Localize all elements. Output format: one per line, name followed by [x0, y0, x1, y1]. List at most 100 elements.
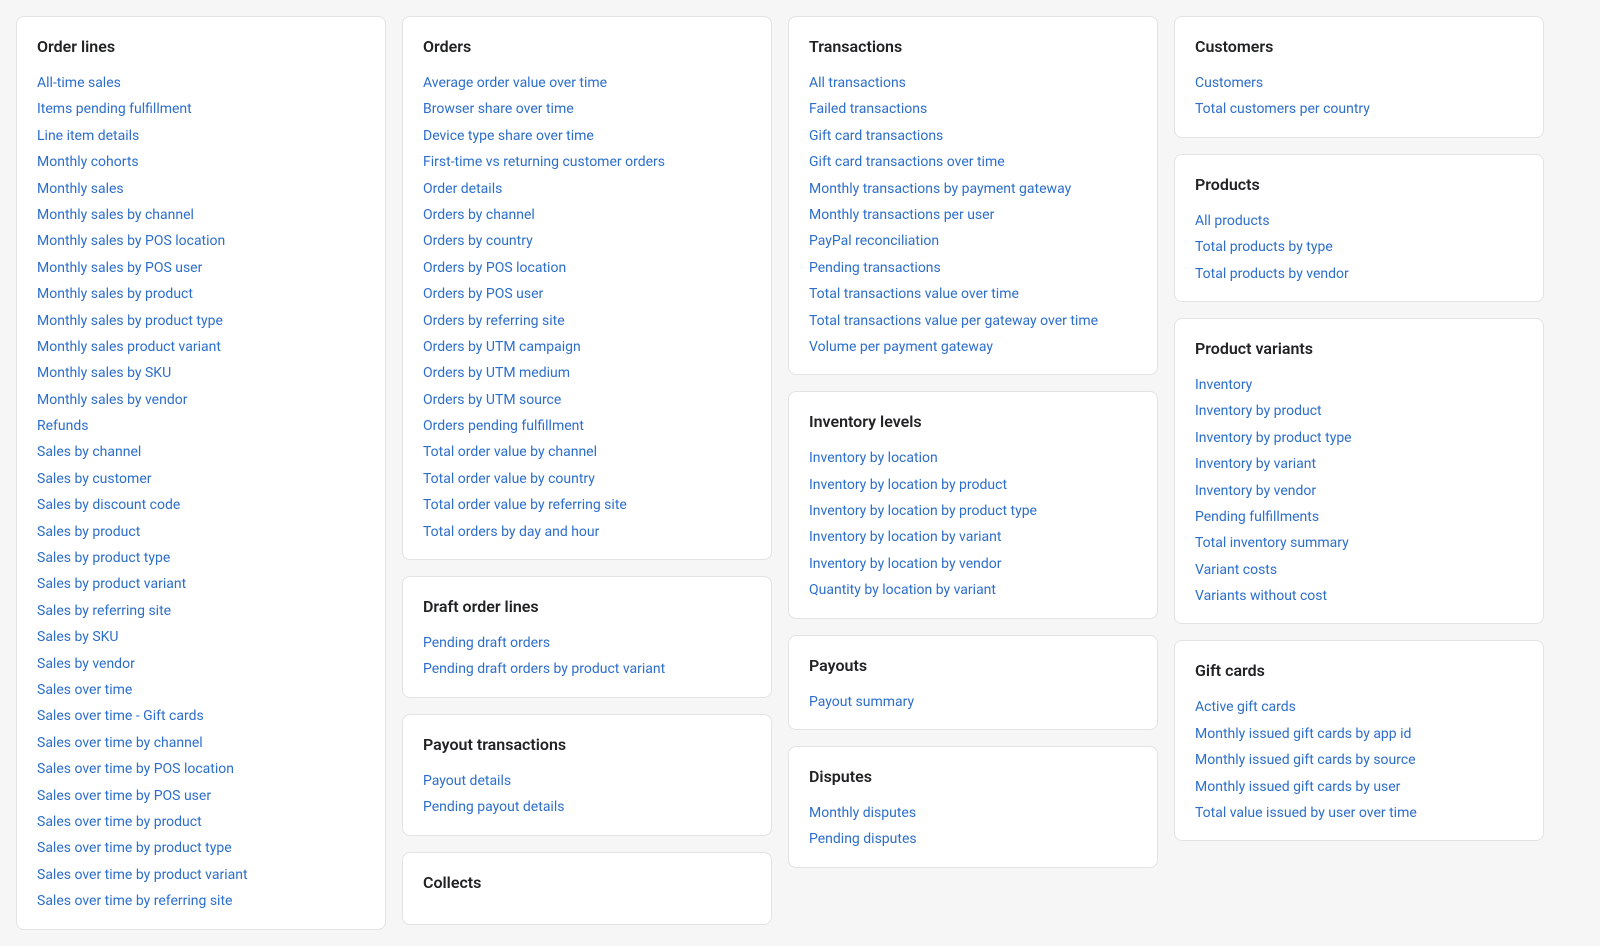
link-item[interactable]: Total value issued by user over time: [1195, 802, 1523, 824]
link-item[interactable]: Sales by referring site: [37, 600, 365, 622]
link-item[interactable]: Monthly transactions by payment gateway: [809, 178, 1137, 200]
link-item[interactable]: Customers: [1195, 72, 1523, 94]
link-item[interactable]: Orders by country: [423, 230, 751, 252]
link-item[interactable]: Monthly sales by SKU: [37, 362, 365, 384]
link-item[interactable]: Payout details: [423, 770, 751, 792]
link-item[interactable]: Total order value by country: [423, 468, 751, 490]
card-title-product-variants: Product variants: [1195, 339, 1523, 358]
link-item[interactable]: Sales by SKU: [37, 626, 365, 648]
column-col1: Order linesAll-time salesItems pending f…: [16, 16, 386, 930]
link-item[interactable]: Sales over time: [37, 679, 365, 701]
link-item[interactable]: Orders pending fulfillment: [423, 415, 751, 437]
link-item[interactable]: Orders by channel: [423, 204, 751, 226]
link-item[interactable]: Monthly sales by POS location: [37, 230, 365, 252]
link-item[interactable]: Payout summary: [809, 691, 1137, 713]
link-item[interactable]: Failed transactions: [809, 98, 1137, 120]
link-item[interactable]: Refunds: [37, 415, 365, 437]
link-item[interactable]: Pending transactions: [809, 257, 1137, 279]
link-item[interactable]: Monthly sales: [37, 178, 365, 200]
link-item[interactable]: Inventory by location by product type: [809, 500, 1137, 522]
link-item[interactable]: Sales over time by POS location: [37, 758, 365, 780]
link-item[interactable]: Pending draft orders: [423, 632, 751, 654]
link-item[interactable]: Total orders by day and hour: [423, 521, 751, 543]
link-item[interactable]: Monthly issued gift cards by app id: [1195, 723, 1523, 745]
link-item[interactable]: Pending disputes: [809, 828, 1137, 850]
column-col3: Transactions All transactions Failed trans…: [788, 16, 1158, 930]
link-item[interactable]: Pending draft orders by product variant: [423, 658, 751, 680]
link-item[interactable]: Inventory by product: [1195, 400, 1523, 422]
link-item[interactable]: Monthly sales product variant: [37, 336, 365, 358]
link-item[interactable]: Variants without cost: [1195, 585, 1523, 607]
link-item[interactable]: Inventory by variant: [1195, 453, 1523, 475]
link-item[interactable]: Sales by product: [37, 521, 365, 543]
link-item[interactable]: Monthly sales by product: [37, 283, 365, 305]
link-item[interactable]: Total transactions value over time: [809, 283, 1137, 305]
link-item[interactable]: Inventory by location: [809, 447, 1137, 469]
link-item[interactable]: PayPal reconciliation: [809, 230, 1137, 252]
link-item[interactable]: Total products by type: [1195, 236, 1523, 258]
link-item[interactable]: Monthly issued gift cards by user: [1195, 776, 1523, 798]
link-item[interactable]: Total transactions value per gateway ove…: [809, 310, 1137, 332]
link-item[interactable]: Total products by vendor: [1195, 263, 1523, 285]
card-title-transactions: Transactions: [809, 37, 1137, 56]
link-item[interactable]: Sales over time by channel: [37, 732, 365, 754]
link-item[interactable]: Inventory by vendor: [1195, 480, 1523, 502]
link-item[interactable]: Sales by product variant: [37, 573, 365, 595]
link-item[interactable]: Inventory by location by vendor: [809, 553, 1137, 575]
link-item[interactable]: Quantity by location by variant: [809, 579, 1137, 601]
link-item[interactable]: All-time sales: [37, 72, 365, 94]
link-item[interactable]: Monthly issued gift cards by source: [1195, 749, 1523, 771]
link-item[interactable]: Orders by POS location: [423, 257, 751, 279]
link-item[interactable]: Monthly sales by POS user: [37, 257, 365, 279]
link-item[interactable]: Sales over time by product type: [37, 837, 365, 859]
link-item[interactable]: Sales by channel: [37, 441, 365, 463]
link-item[interactable]: Orders by referring site: [423, 310, 751, 332]
card-gift-cards: Gift cardsActive gift cardsMonthly issue…: [1174, 640, 1544, 841]
link-item[interactable]: Orders by UTM medium: [423, 362, 751, 384]
link-item[interactable]: Total order value by channel: [423, 441, 751, 463]
link-item[interactable]: Gift card transactions over time: [809, 151, 1137, 173]
link-item[interactable]: Volume per payment gateway: [809, 336, 1137, 358]
link-item[interactable]: Inventory by location by variant: [809, 526, 1137, 548]
link-item[interactable]: Gift card transactions: [809, 125, 1137, 147]
link-item[interactable]: Monthly transactions per user: [809, 204, 1137, 226]
link-item[interactable]: All products: [1195, 210, 1523, 232]
link-list-payout-transactions: Payout details Pending payout details: [423, 770, 751, 819]
link-item[interactable]: Sales over time by referring site: [37, 890, 365, 912]
link-item[interactable]: Sales by customer: [37, 468, 365, 490]
link-item[interactable]: Orders by UTM campaign: [423, 336, 751, 358]
link-item[interactable]: Orders by UTM source: [423, 389, 751, 411]
link-item[interactable]: Sales over time by product: [37, 811, 365, 833]
link-item[interactable]: Monthly sales by channel: [37, 204, 365, 226]
link-item[interactable]: Inventory: [1195, 374, 1523, 396]
link-item[interactable]: Variant costs: [1195, 559, 1523, 581]
link-item[interactable]: Pending payout details: [423, 796, 751, 818]
link-item[interactable]: All transactions: [809, 72, 1137, 94]
link-item[interactable]: Monthly cohorts: [37, 151, 365, 173]
link-item[interactable]: Total order value by referring site: [423, 494, 751, 516]
link-item[interactable]: Total customers per country: [1195, 98, 1523, 120]
link-item[interactable]: Average order value over time: [423, 72, 751, 94]
link-item[interactable]: Sales over time by product variant: [37, 864, 365, 886]
link-item[interactable]: Sales over time by POS user: [37, 785, 365, 807]
link-item[interactable]: Inventory by location by product: [809, 474, 1137, 496]
link-item[interactable]: Order details: [423, 178, 751, 200]
link-item[interactable]: Line item details: [37, 125, 365, 147]
link-item[interactable]: Sales by discount code: [37, 494, 365, 516]
link-item[interactable]: Sales over time - Gift cards: [37, 705, 365, 727]
link-item[interactable]: Total inventory summary: [1195, 532, 1523, 554]
link-item[interactable]: First-time vs returning customer orders: [423, 151, 751, 173]
link-item[interactable]: Sales by vendor: [37, 653, 365, 675]
link-item[interactable]: Sales by product type: [37, 547, 365, 569]
link-item[interactable]: Active gift cards: [1195, 696, 1523, 718]
link-item[interactable]: Pending fulfillments: [1195, 506, 1523, 528]
link-item[interactable]: Monthly disputes: [809, 802, 1137, 824]
link-item[interactable]: Browser share over time: [423, 98, 751, 120]
link-item[interactable]: Monthly sales by vendor: [37, 389, 365, 411]
link-item[interactable]: Inventory by product type: [1195, 427, 1523, 449]
link-item[interactable]: Orders by POS user: [423, 283, 751, 305]
link-item[interactable]: Device type share over time: [423, 125, 751, 147]
link-item[interactable]: Monthly sales by product type: [37, 310, 365, 332]
link-item[interactable]: Items pending fulfillment: [37, 98, 365, 120]
card-title-products: Products: [1195, 175, 1523, 194]
